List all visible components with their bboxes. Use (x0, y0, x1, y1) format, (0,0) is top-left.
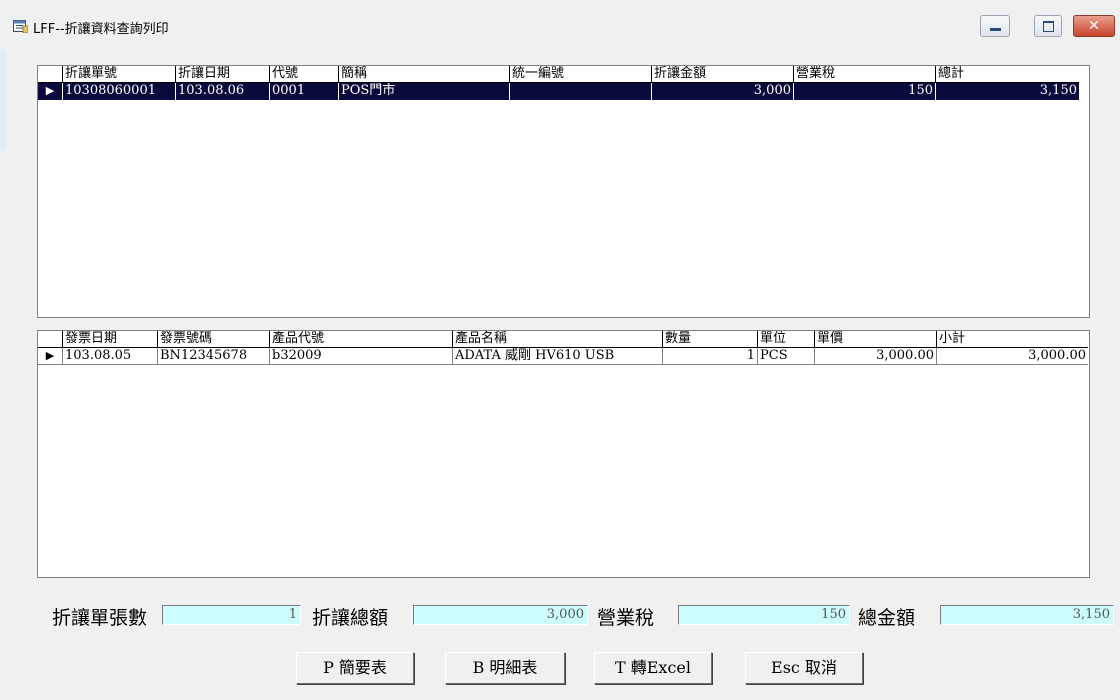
minimize-icon (990, 28, 1001, 31)
table-row[interactable]: ▶ 103.08.05 BN12345678 b32009 ADATA 威剛 H… (38, 348, 1088, 365)
sales-tax-field: 150 (678, 605, 850, 625)
master-grid[interactable]: 折讓單號 折讓日期 代號 簡稱 統一編號 折讓金額 營業稅 總計 ▶ 10308… (37, 65, 1090, 318)
cell-code[interactable]: 0001 (269, 83, 338, 100)
header-code[interactable]: 代號 (269, 66, 338, 83)
table-row[interactable]: ▶ 10308060001 103.08.06 0001 POS門市 3,000… (38, 83, 1079, 100)
header-short-name[interactable]: 簡稱 (338, 66, 509, 83)
cell-tax-id[interactable] (509, 83, 651, 100)
grand-total-field: 3,150 (940, 605, 1114, 625)
detail-report-button[interactable]: B 明細表 (445, 652, 565, 684)
minimize-button[interactable] (980, 15, 1010, 37)
window-left-edge (0, 50, 6, 150)
row-indicator-icon: ▶ (45, 84, 55, 97)
header-discount-date[interactable]: 折讓日期 (175, 66, 269, 83)
cell-unit[interactable]: PCS (757, 348, 814, 365)
export-excel-button[interactable]: T 轉Excel (594, 652, 712, 684)
cell-discount-date[interactable]: 103.08.06 (175, 83, 269, 100)
header-indicator (38, 66, 62, 83)
discount-count-label: 折讓單張數 (52, 607, 148, 629)
cell-short-name[interactable]: POS門市 (338, 83, 509, 100)
discount-count-field: 1 (162, 605, 301, 625)
header-product-code[interactable]: 產品代號 (269, 331, 452, 348)
maximize-icon (1043, 21, 1054, 32)
detail-grid[interactable]: 發票日期 發票號碼 產品代號 產品名稱 數量 單位 單價 小計 ▶ 103.08… (37, 330, 1090, 578)
header-quantity[interactable]: 數量 (662, 331, 757, 348)
header-unit[interactable]: 單位 (757, 331, 814, 348)
cell-product-code[interactable]: b32009 (269, 348, 452, 365)
window-title: LFF--折讓資料查詢列印 (33, 22, 169, 37)
cell-total[interactable]: 3,150 (935, 83, 1079, 100)
header-invoice-date[interactable]: 發票日期 (62, 331, 157, 348)
header-tax-id[interactable]: 統一編號 (509, 66, 651, 83)
cancel-button[interactable]: Esc 取消 (745, 652, 863, 684)
close-icon: ✕ (1088, 18, 1100, 34)
header-discount-no[interactable]: 折讓單號 (62, 66, 175, 83)
header-unit-price[interactable]: 單價 (814, 331, 936, 348)
header-invoice-no[interactable]: 發票號碼 (157, 331, 269, 348)
header-indicator (38, 331, 62, 348)
cell-unit-price[interactable]: 3,000.00 (814, 348, 936, 365)
cell-sales-tax[interactable]: 150 (793, 83, 935, 100)
cell-discount-amount[interactable]: 3,000 (651, 83, 793, 100)
discount-total-label: 折讓總額 (312, 607, 389, 629)
cell-discount-no[interactable]: 10308060001 (62, 83, 175, 100)
close-button[interactable]: ✕ (1073, 15, 1115, 37)
app-icon (13, 20, 28, 33)
header-discount-amount[interactable]: 折讓金額 (651, 66, 793, 83)
cell-quantity[interactable]: 1 (662, 348, 757, 365)
maximize-button[interactable] (1034, 15, 1062, 37)
cell-invoice-no[interactable]: BN12345678 (157, 348, 269, 365)
header-sales-tax[interactable]: 營業稅 (793, 66, 935, 83)
cell-product-name[interactable]: ADATA 威剛 HV610 USB (452, 348, 662, 365)
grand-total-label: 總金額 (858, 607, 916, 629)
title-bar: LFF--折讓資料查詢列印 ✕ (0, 0, 1120, 50)
summary-report-button[interactable]: P 簡要表 (296, 652, 414, 684)
sales-tax-label: 營業稅 (597, 607, 655, 629)
discount-total-field: 3,000 (413, 605, 588, 625)
row-indicator-icon: ▶ (38, 348, 62, 365)
header-subtotal[interactable]: 小計 (936, 331, 1088, 348)
cell-invoice-date[interactable]: 103.08.05 (62, 348, 157, 365)
header-total[interactable]: 總計 (935, 66, 1079, 83)
header-product-name[interactable]: 產品名稱 (452, 331, 662, 348)
cell-subtotal[interactable]: 3,000.00 (936, 348, 1088, 365)
